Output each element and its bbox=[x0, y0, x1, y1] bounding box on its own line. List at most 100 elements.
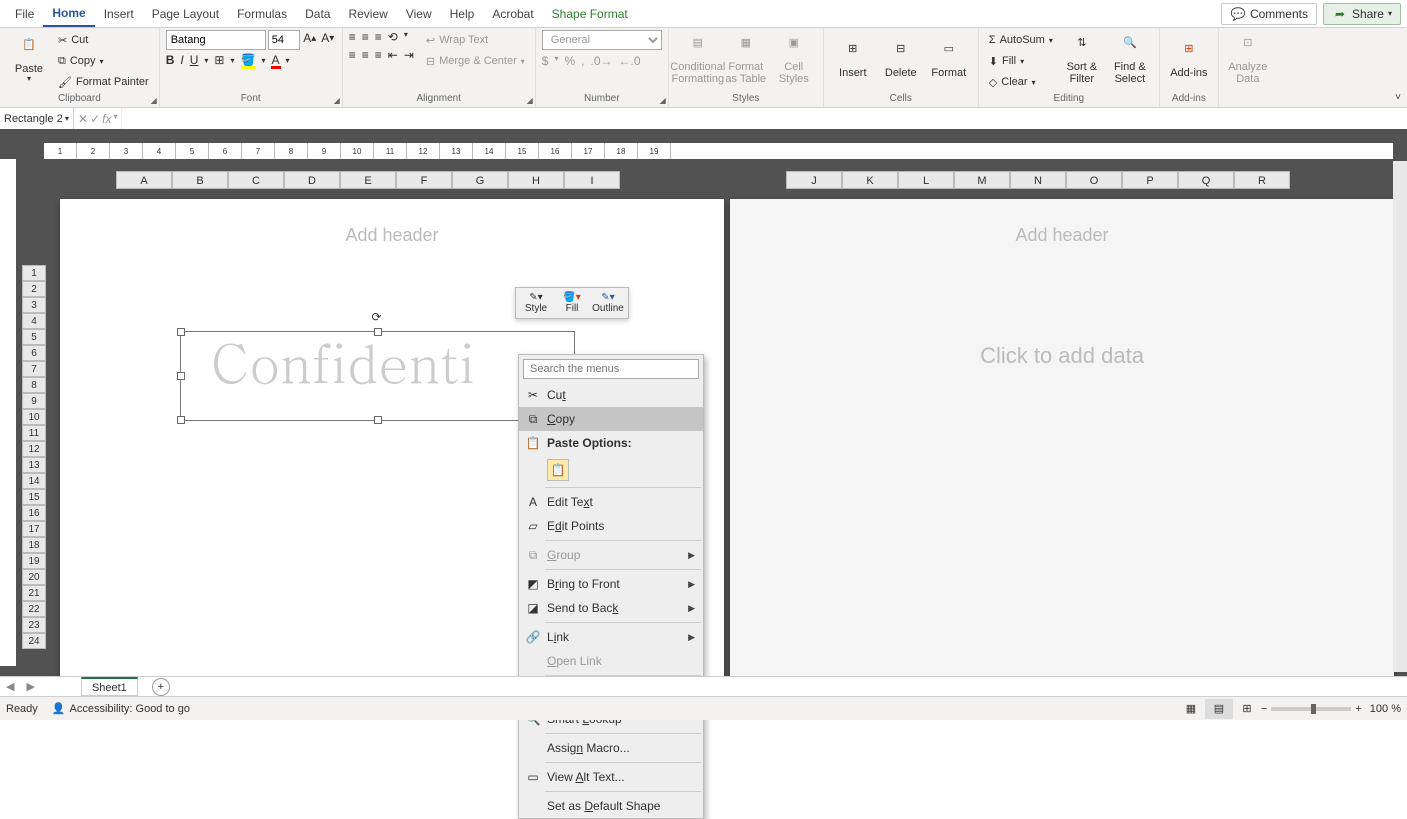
row-header[interactable]: 3 bbox=[22, 297, 46, 313]
zoom-out-button[interactable]: − bbox=[1261, 703, 1267, 715]
row-header[interactable]: 13 bbox=[22, 457, 46, 473]
addins-button[interactable]: ⊞Add-ins bbox=[1166, 30, 1212, 92]
menu-help[interactable]: Help bbox=[441, 0, 484, 27]
ctx-edit-text[interactable]: AEdit Text bbox=[519, 490, 703, 514]
align-right-icon[interactable]: ≡ bbox=[375, 48, 382, 62]
column-header[interactable]: N bbox=[1010, 171, 1066, 189]
resize-handle[interactable] bbox=[374, 328, 382, 336]
row-header[interactable]: 18 bbox=[22, 537, 46, 553]
row-header[interactable]: 23 bbox=[22, 617, 46, 633]
rotate-handle[interactable]: ⟳ bbox=[372, 310, 382, 324]
column-header[interactable]: F bbox=[396, 171, 452, 189]
row-header[interactable]: 12 bbox=[22, 441, 46, 457]
sheet-tab[interactable]: Sheet1 bbox=[81, 677, 138, 696]
page-break-view-button[interactable]: ⊞ bbox=[1233, 699, 1261, 719]
ctx-link[interactable]: 🔗Link▶ bbox=[519, 625, 703, 649]
row-header[interactable]: 17 bbox=[22, 521, 46, 537]
column-header[interactable]: I bbox=[564, 171, 620, 189]
page-layout-view-button[interactable]: ▤ bbox=[1205, 699, 1233, 719]
underline-button[interactable]: U bbox=[190, 53, 199, 67]
menu-formulas[interactable]: Formulas bbox=[228, 0, 296, 27]
vertical-scrollbar[interactable] bbox=[1393, 161, 1407, 672]
analyze-data-button[interactable]: ⊡Analyze Data bbox=[1225, 30, 1271, 92]
wrap-text-button[interactable]: ↩Wrap Text bbox=[422, 30, 529, 50]
row-header[interactable]: 8 bbox=[22, 377, 46, 393]
cut-button[interactable]: ✂Cut bbox=[54, 30, 153, 50]
bold-button[interactable]: B bbox=[166, 53, 175, 67]
row-header[interactable]: 7 bbox=[22, 361, 46, 377]
indent-inc-icon[interactable]: ⇥ bbox=[404, 48, 414, 62]
column-header[interactable]: O bbox=[1066, 171, 1122, 189]
dialog-launcher-icon[interactable]: ◢ bbox=[334, 96, 340, 105]
resize-handle[interactable] bbox=[177, 372, 185, 380]
ctx-bring-front[interactable]: ◩Bring to Front▶ bbox=[519, 572, 703, 596]
ctx-assign-macro[interactable]: Assign Macro... bbox=[519, 736, 703, 760]
enter-formula-icon[interactable]: ✓ bbox=[90, 112, 100, 126]
row-header[interactable]: 15 bbox=[22, 489, 46, 505]
font-size-select[interactable] bbox=[268, 30, 300, 50]
header-placeholder-2[interactable]: Add header bbox=[730, 199, 1394, 246]
comments-button[interactable]: 💬 Comments bbox=[1221, 3, 1317, 25]
delete-cells-button[interactable]: ⊟Delete bbox=[878, 30, 924, 92]
ctx-cut[interactable]: ✂Cut bbox=[519, 383, 703, 407]
cell-styles-button[interactable]: ▣Cell Styles bbox=[771, 30, 817, 92]
paste-keep-source-button[interactable]: 📋 bbox=[547, 459, 569, 481]
row-header[interactable]: 21 bbox=[22, 585, 46, 601]
menu-acrobat[interactable]: Acrobat bbox=[483, 0, 542, 27]
font-color-button[interactable]: A bbox=[271, 53, 279, 67]
menu-page-layout[interactable]: Page Layout bbox=[143, 0, 228, 27]
name-box[interactable]: Rectangle 2▾ bbox=[0, 108, 74, 129]
row-header[interactable]: 5 bbox=[22, 329, 46, 345]
align-middle-icon[interactable]: ≡ bbox=[362, 30, 369, 44]
grow-font-icon[interactable]: A▴ bbox=[302, 30, 318, 46]
ctx-set-default-shape[interactable]: Set as Default Shape bbox=[519, 794, 703, 818]
find-select-button[interactable]: 🔍Find & Select bbox=[1107, 30, 1153, 92]
percent-icon[interactable]: % bbox=[564, 54, 575, 68]
row-header[interactable]: 10 bbox=[22, 409, 46, 425]
page-2[interactable]: Add header Click to add data bbox=[730, 199, 1394, 679]
comma-icon[interactable]: , bbox=[581, 54, 584, 68]
menu-view[interactable]: View bbox=[397, 0, 441, 27]
row-header[interactable]: 14 bbox=[22, 473, 46, 489]
row-header[interactable]: 1 bbox=[22, 265, 46, 281]
row-header[interactable]: 24 bbox=[22, 633, 46, 649]
format-as-table-button[interactable]: ▦Format as Table bbox=[723, 30, 769, 92]
fill-color-button[interactable]: 🪣 bbox=[241, 53, 256, 67]
column-header[interactable]: H bbox=[508, 171, 564, 189]
insert-cells-button[interactable]: ⊞Insert bbox=[830, 30, 876, 92]
paste-button[interactable]: 📋 Paste▾ bbox=[6, 30, 52, 92]
column-header[interactable]: B bbox=[172, 171, 228, 189]
click-to-add-data[interactable]: Click to add data bbox=[980, 343, 1144, 369]
share-button[interactable]: ➦ Share ▾ bbox=[1323, 3, 1401, 25]
normal-view-button[interactable]: ▦ bbox=[1177, 699, 1205, 719]
context-search-input[interactable] bbox=[523, 359, 699, 379]
row-header[interactable]: 4 bbox=[22, 313, 46, 329]
row-header[interactable]: 2 bbox=[22, 281, 46, 297]
indent-dec-icon[interactable]: ⇤ bbox=[388, 48, 398, 62]
dialog-launcher-icon[interactable]: ◢ bbox=[527, 96, 533, 105]
ctx-send-back[interactable]: ◪Send to Back▶ bbox=[519, 596, 703, 620]
copy-button[interactable]: ⧉Copy▾ bbox=[54, 51, 153, 71]
currency-icon[interactable]: $ bbox=[542, 54, 549, 68]
column-header[interactable]: Q bbox=[1178, 171, 1234, 189]
resize-handle[interactable] bbox=[374, 416, 382, 424]
column-header[interactable]: A bbox=[116, 171, 172, 189]
resize-handle[interactable] bbox=[177, 416, 185, 424]
sheet-nav-next-icon[interactable]: ▶ bbox=[20, 680, 40, 693]
zoom-level[interactable]: 100 % bbox=[1370, 703, 1401, 715]
column-header[interactable]: E bbox=[340, 171, 396, 189]
column-header[interactable]: M bbox=[954, 171, 1010, 189]
merge-center-button[interactable]: ⊟Merge & Center▾ bbox=[422, 51, 529, 71]
column-header[interactable]: L bbox=[898, 171, 954, 189]
column-header[interactable]: P bbox=[1122, 171, 1178, 189]
accessibility-status[interactable]: 👤 Accessibility: Good to go bbox=[52, 702, 190, 715]
autosum-button[interactable]: ΣAutoSum▾ bbox=[985, 30, 1057, 50]
column-header[interactable]: C bbox=[228, 171, 284, 189]
menu-file[interactable]: File bbox=[6, 0, 43, 27]
sheet-nav-prev-icon[interactable]: ◀ bbox=[0, 680, 20, 693]
zoom-in-button[interactable]: + bbox=[1355, 703, 1361, 715]
menu-insert[interactable]: Insert bbox=[95, 0, 143, 27]
ctx-view-alt-text[interactable]: ▭View Alt Text... bbox=[519, 765, 703, 789]
row-header[interactable]: 11 bbox=[22, 425, 46, 441]
mini-style-button[interactable]: ✎▾Style bbox=[518, 290, 554, 316]
